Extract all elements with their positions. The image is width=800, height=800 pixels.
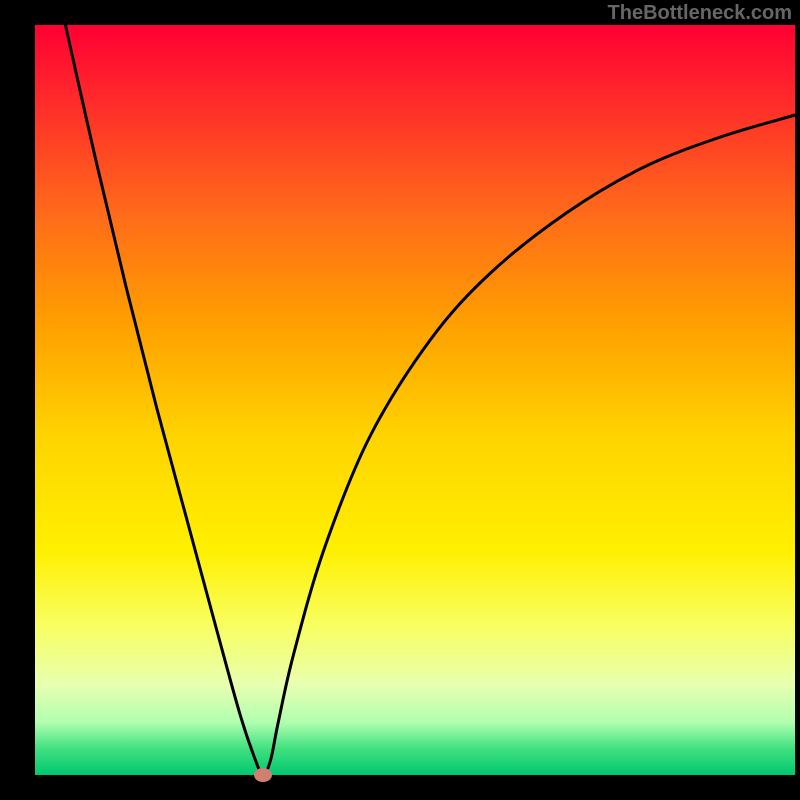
gradient-background	[35, 25, 795, 775]
bottleneck-chart	[0, 0, 800, 800]
optimal-point-marker	[254, 768, 272, 782]
chart-container: TheBottleneck.com	[0, 0, 800, 800]
watermark-text: TheBottleneck.com	[608, 2, 792, 25]
